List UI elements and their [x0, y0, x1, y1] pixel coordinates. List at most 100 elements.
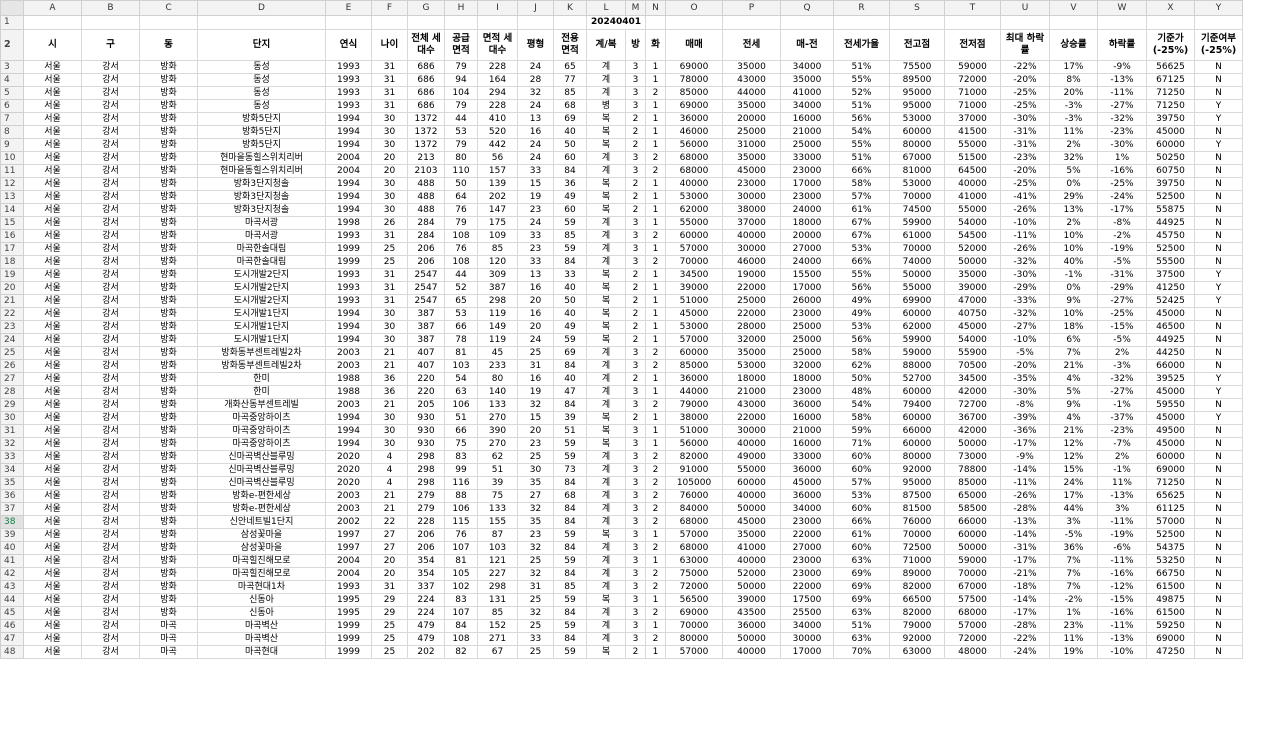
data-cell[interactable]: 25: [371, 645, 408, 659]
data-cell[interactable]: 서울: [23, 567, 82, 581]
data-cell[interactable]: -20%: [1000, 359, 1050, 373]
data-cell[interactable]: 2004: [325, 554, 372, 568]
data-cell[interactable]: 46500: [1146, 320, 1195, 334]
data-cell[interactable]: 51%: [833, 151, 890, 165]
data-cell[interactable]: 36000: [665, 112, 723, 126]
data-cell[interactable]: 45750: [1146, 229, 1195, 243]
data-cell[interactable]: 강서: [81, 190, 140, 204]
data-cell[interactable]: 서울: [23, 580, 82, 594]
data-cell[interactable]: 49: [553, 190, 587, 204]
data-cell[interactable]: 64500: [944, 164, 1001, 178]
data-cell[interactable]: 16: [517, 281, 554, 295]
data-cell[interactable]: 29%: [1049, 190, 1098, 204]
column-header-A[interactable]: A: [23, 0, 82, 16]
data-cell[interactable]: 32: [517, 606, 554, 620]
header-cell[interactable]: 전세가율: [833, 29, 890, 61]
data-cell[interactable]: 60000: [944, 528, 1001, 542]
data-cell[interactable]: 2: [625, 294, 646, 308]
data-cell[interactable]: 84: [553, 398, 587, 412]
data-cell[interactable]: -25%: [1000, 177, 1050, 191]
data-cell[interactable]: 3: [625, 528, 646, 542]
data-cell[interactable]: 3: [625, 437, 646, 451]
data-cell[interactable]: N: [1194, 229, 1243, 243]
data-cell[interactable]: 442: [477, 138, 518, 152]
data-cell[interactable]: 1: [645, 281, 666, 295]
data-cell[interactable]: 71%: [833, 437, 890, 451]
data-cell[interactable]: 서울: [23, 645, 82, 659]
data-cell[interactable]: 32000: [722, 333, 781, 347]
data-cell[interactable]: 26000: [780, 294, 834, 308]
data-cell[interactable]: 34500: [944, 372, 1001, 386]
data-cell[interactable]: 2%: [1049, 216, 1098, 230]
data-cell[interactable]: 강서: [81, 619, 140, 633]
data-cell[interactable]: 방화: [139, 177, 198, 191]
data-cell[interactable]: 1: [645, 294, 666, 308]
data-cell[interactable]: 61000: [889, 229, 945, 243]
data-cell[interactable]: 마곡중앙하이츠: [197, 437, 326, 451]
header-cell[interactable]: 매매: [665, 29, 723, 61]
data-cell[interactable]: 55000: [944, 203, 1001, 217]
data-cell[interactable]: 강서: [81, 567, 140, 581]
data-cell[interactable]: 44000: [722, 86, 781, 100]
data-cell[interactable]: 계: [586, 632, 626, 646]
data-cell[interactable]: 40750: [944, 307, 1001, 321]
row-header[interactable]: 33: [0, 450, 24, 464]
data-cell[interactable]: 40: [553, 281, 587, 295]
data-cell[interactable]: 50000: [722, 632, 781, 646]
data-cell[interactable]: 36000: [780, 398, 834, 412]
data-cell[interactable]: 2: [645, 151, 666, 165]
data-cell[interactable]: 75000: [665, 567, 723, 581]
data-cell[interactable]: 계: [586, 567, 626, 581]
data-cell[interactable]: 65000: [944, 489, 1001, 503]
data-cell[interactable]: 61125: [1146, 502, 1195, 516]
data-cell[interactable]: 22000: [722, 307, 781, 321]
data-cell[interactable]: 2: [645, 359, 666, 373]
data-cell[interactable]: 59250: [1146, 619, 1195, 633]
data-cell[interactable]: 56%: [833, 281, 890, 295]
data-cell[interactable]: 686: [407, 86, 445, 100]
data-cell[interactable]: 26: [371, 216, 408, 230]
data-cell[interactable]: 59: [553, 645, 587, 659]
data-cell[interactable]: Y: [1194, 99, 1243, 113]
data-cell[interactable]: 서울: [23, 398, 82, 412]
data-cell[interactable]: 45000: [1146, 385, 1195, 399]
data-cell[interactable]: 108: [444, 632, 478, 646]
data-cell[interactable]: 35000: [722, 151, 781, 165]
data-cell[interactable]: 4%: [1049, 411, 1098, 425]
data-cell[interactable]: 73: [553, 463, 587, 477]
data-cell[interactable]: 1: [645, 99, 666, 113]
row-header[interactable]: 36: [0, 489, 24, 503]
row-header[interactable]: 31: [0, 424, 24, 438]
data-cell[interactable]: 18000: [722, 372, 781, 386]
data-cell[interactable]: 도시개발2단지: [197, 281, 326, 295]
data-cell[interactable]: 206: [407, 255, 445, 269]
data-cell[interactable]: N: [1194, 190, 1243, 204]
data-cell[interactable]: 32: [517, 502, 554, 516]
data-cell[interactable]: 복: [586, 320, 626, 334]
data-cell[interactable]: 62: [477, 450, 518, 464]
data-cell[interactable]: 56%: [833, 112, 890, 126]
data-cell[interactable]: 23000: [722, 177, 781, 191]
data-cell[interactable]: 81: [444, 554, 478, 568]
row-header[interactable]: 4: [0, 73, 24, 87]
data-cell[interactable]: 479: [407, 619, 445, 633]
data-cell[interactable]: 202: [407, 645, 445, 659]
data-cell[interactable]: 계: [586, 502, 626, 516]
data-cell[interactable]: 서울: [23, 281, 82, 295]
column-header-B[interactable]: B: [81, 0, 140, 16]
data-cell[interactable]: 강서: [81, 489, 140, 503]
data-cell[interactable]: 23000: [780, 567, 834, 581]
data-cell[interactable]: 31: [371, 60, 408, 74]
data-cell[interactable]: 방화: [139, 73, 198, 87]
cell[interactable]: [944, 15, 1001, 30]
data-cell[interactable]: 70000: [889, 190, 945, 204]
data-cell[interactable]: 1: [645, 190, 666, 204]
data-cell[interactable]: 44: [444, 112, 478, 126]
data-cell[interactable]: 3: [625, 216, 646, 230]
data-cell[interactable]: 103: [477, 541, 518, 555]
data-cell[interactable]: 66: [444, 320, 478, 334]
data-cell[interactable]: 강서: [81, 528, 140, 542]
data-cell[interactable]: -23%: [1000, 151, 1050, 165]
data-cell[interactable]: N: [1194, 320, 1243, 334]
data-cell[interactable]: 54: [444, 372, 478, 386]
